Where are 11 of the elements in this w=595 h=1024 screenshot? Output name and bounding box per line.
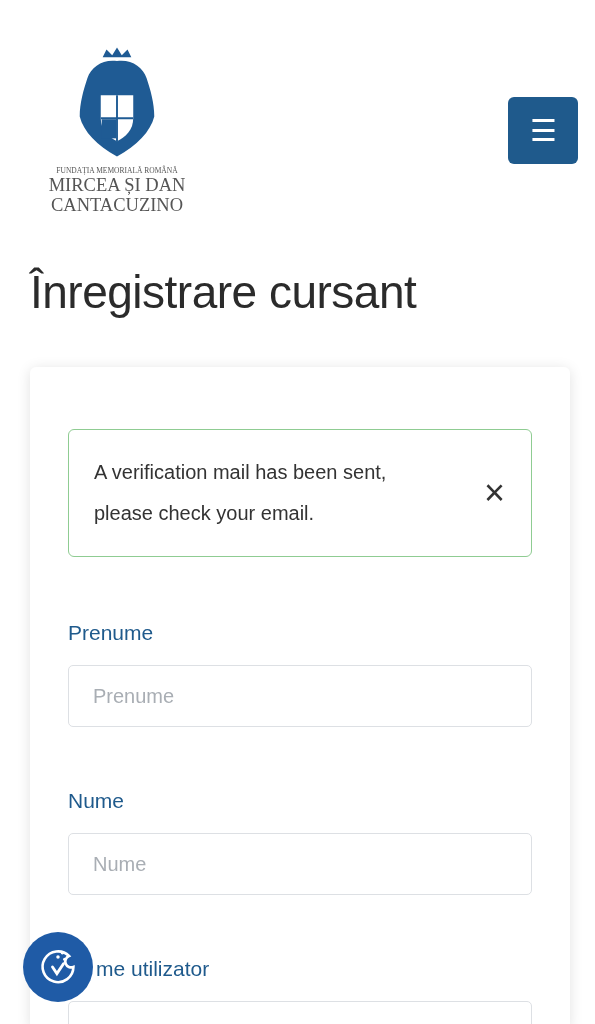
- alert-message: A verification mail has been sent, please check your email.: [94, 460, 388, 526]
- page-heading: Înregistrare cursant: [30, 265, 418, 319]
- logo-name: MIRCEA ȘI DAN: [48, 175, 186, 195]
- input-field[interactable]: Prenume: [68, 665, 532, 727]
- field-label: me utilizator: [96, 957, 211, 981]
- input-field[interactable]: Nume: [68, 833, 532, 895]
- menu-button[interactable]: ☰: [508, 97, 578, 164]
- field-label: Prenume: [68, 621, 155, 645]
- logo-name: CANTACUZINO: [50, 195, 184, 215]
- close-button[interactable]: ×: [479, 475, 509, 511]
- field-label: Nume: [68, 789, 126, 813]
